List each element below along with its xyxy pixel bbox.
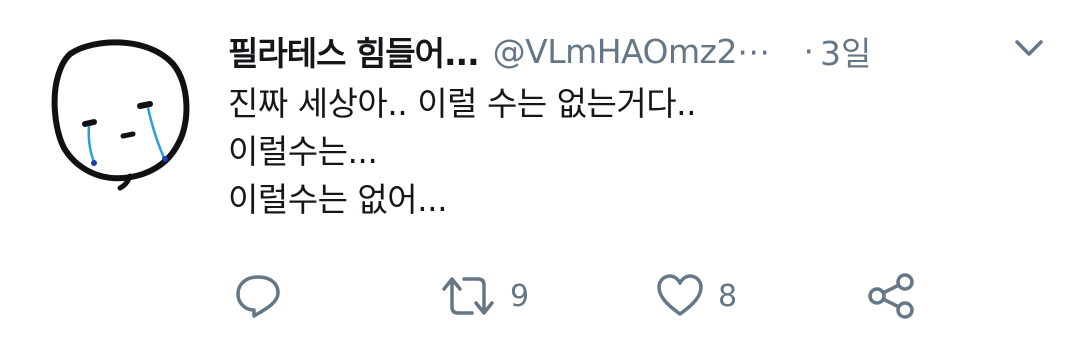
reply-button[interactable] [234,268,282,324]
tweet-text-line: 진짜 세상아.. 이럴 수는 없는거다.. [228,84,697,123]
user-handle[interactable]: @VLmHAOmz2⋯ [493,32,770,71]
tweet-header: 필라테스 힘들어... @VLmHAOmz2⋯ · 3일 [228,26,1058,76]
separator-dot: · [803,31,814,71]
retweet-icon [442,277,494,315]
share-icon [868,273,914,319]
crying-face-drawing [51,39,190,191]
timestamp[interactable]: 3일 [820,27,871,75]
tweet-text-line: 이럴수는... [228,132,378,171]
tweet-text: 진짜 세상아.. 이럴 수는 없는거다.. 이럴수는... 이럴수는 없어... [228,80,697,224]
avatar[interactable] [48,36,198,196]
tweet-text-line: 이럴수는 없어... [228,180,448,219]
reply-icon [236,275,280,318]
more-options-button[interactable] [1014,38,1044,60]
retweet-count: 9 [510,278,530,314]
chevron-down-icon [1015,40,1043,56]
retweet-button[interactable]: 9 [440,268,529,324]
display-name[interactable]: 필라테스 힘들어... [228,27,480,75]
tweet-actions: 9 8 [0,268,1079,324]
heart-icon [657,274,703,316]
like-button[interactable]: 8 [656,268,737,324]
share-button[interactable] [866,268,916,324]
like-count: 8 [718,278,738,314]
